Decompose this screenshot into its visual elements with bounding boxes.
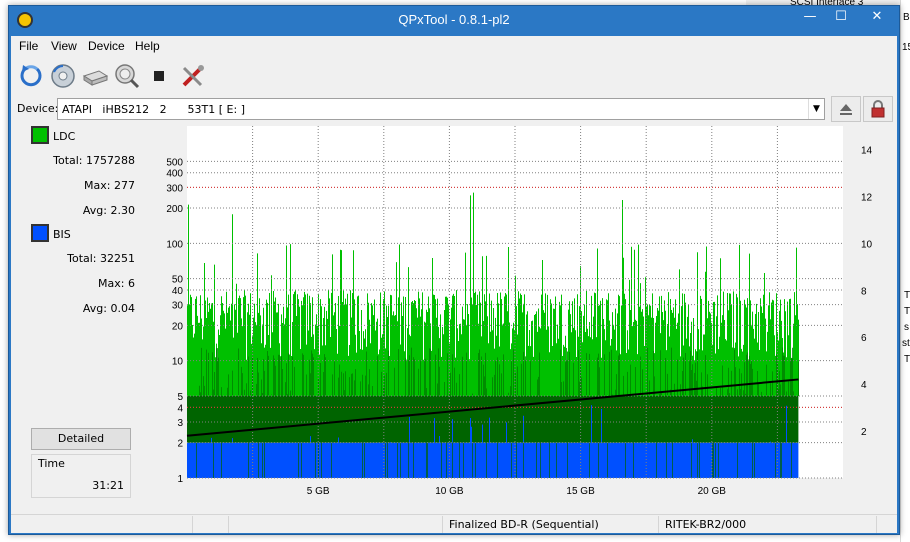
device-value: ATAPI iHBS212 2 53T1 [ E: ]: [62, 103, 245, 116]
device-row: Device: ATAPI iHBS212 2 53T1 [ E: ] ▼: [11, 94, 897, 122]
ldc-color-swatch: [31, 126, 49, 144]
qpxtool-window: QPxTool - 0.8.1-pl2 — ☐ ✕ File View Devi…: [8, 5, 900, 535]
ldc-avg: Avg: 2.30: [82, 204, 135, 217]
y-left-tick-label: 5: [177, 392, 183, 403]
y-left-tick-label: 20: [172, 321, 184, 332]
y-right-tick-label: 8: [861, 286, 867, 297]
bis-total: Total: 32251: [67, 252, 135, 265]
bis-max: Max: 6: [98, 277, 135, 290]
y-right-tick-label: 14: [861, 145, 873, 156]
y-left-tick-label: 40: [172, 286, 184, 297]
ldc-dense-area: [187, 395, 799, 443]
x-tick-label: 5 GB: [307, 486, 330, 497]
close-button[interactable]: ✕: [857, 6, 897, 28]
x-tick-label: 10 GB: [435, 486, 464, 497]
scan-icon[interactable]: [113, 62, 141, 90]
time-value: 31:21: [92, 479, 124, 492]
y-right-tick-label: 4: [861, 380, 867, 391]
y-left-tick-label: 200: [166, 204, 183, 215]
y-left-tick-label: 500: [166, 157, 183, 168]
status-media-id: RITEK-BR2/000: [659, 516, 877, 533]
title-bar[interactable]: QPxTool - 0.8.1-pl2 — ☐ ✕: [9, 6, 899, 34]
refresh-icon[interactable]: [17, 62, 45, 90]
y-left-tick-label: 1: [177, 474, 183, 485]
menu-device[interactable]: Device: [88, 39, 125, 53]
y-left-tick-label: 300: [166, 183, 183, 194]
toolbar: [11, 58, 897, 92]
eject-button[interactable]: [831, 96, 861, 122]
bis-avg: Avg: 0.04: [82, 302, 135, 315]
status-bar: Finalized BD-R (Sequential) RITEK-BR2/00…: [11, 514, 897, 533]
y-right-tick-label: 6: [861, 333, 867, 344]
time-box: Time 31:21: [31, 454, 131, 498]
time-label: Time: [38, 457, 65, 470]
drive-icon[interactable]: [81, 62, 109, 90]
background-text: B: [903, 12, 910, 23]
bis-label: BIS: [53, 228, 71, 241]
lock-button[interactable]: [863, 96, 893, 122]
background-text: s: [904, 322, 909, 333]
device-label: Device:: [17, 102, 59, 115]
settings-tools-icon[interactable]: [179, 62, 207, 90]
y-right-tick-label: 2: [861, 427, 867, 438]
chart-area: 1 2 3 4 5 10 20 30 40 50 100 200 300 400 500 2 4 6 8 10 12 14…: [139, 124, 893, 516]
ldc-label: LDC: [53, 130, 76, 143]
y-left-tick-label: 30: [172, 301, 184, 312]
y-left-tick-label: 2: [177, 439, 183, 450]
status-cell: [193, 516, 229, 533]
minimize-button[interactable]: —: [793, 6, 827, 28]
y-left-tick-label: 4: [177, 403, 183, 414]
background-text: T: [904, 354, 910, 365]
bis-area: [187, 442, 799, 478]
menu-bar: File View Device Help: [11, 36, 897, 56]
client-area: File View Device Help Device: ATAPI iHBS…: [11, 36, 897, 533]
bis-color-swatch: [31, 224, 49, 242]
y-right-tick-label: 10: [861, 239, 873, 250]
ldc-max: Max: 277: [84, 179, 135, 192]
status-cell: [11, 516, 193, 533]
y-left-tick-label: 50: [172, 275, 184, 286]
window-title: QPxTool - 0.8.1-pl2: [398, 12, 510, 27]
y-right-tick-label: 12: [861, 192, 873, 203]
background-text: T: [904, 290, 910, 301]
status-disc-type: Finalized BD-R (Sequential): [443, 516, 659, 533]
menu-file[interactable]: File: [19, 39, 38, 53]
y-left-tick-label: 100: [166, 239, 183, 250]
status-cell: [229, 516, 443, 533]
maximize-button[interactable]: ☐: [824, 6, 858, 28]
ldc-total: Total: 1757288: [53, 154, 135, 167]
x-tick-label: 20 GB: [698, 486, 727, 497]
background-text: T: [904, 306, 910, 317]
menu-view[interactable]: View: [51, 39, 77, 53]
status-cell: [877, 516, 897, 533]
y-left-tick-label: 400: [166, 169, 183, 180]
background-text: 15: [902, 42, 910, 53]
x-tick-label: 15 GB: [566, 486, 595, 497]
ldc-bis-chart: 1234510203040501002003004005002468101214…: [166, 126, 873, 497]
y-left-tick-label: 10: [172, 357, 184, 368]
y-left-tick-label: 3: [177, 418, 183, 429]
background-window-edge: [900, 0, 910, 542]
device-select[interactable]: ATAPI iHBS212 2 53T1 [ E: ] ▼: [57, 98, 825, 120]
background-text: st: [902, 338, 910, 349]
detailed-button[interactable]: Detailed: [31, 428, 131, 450]
chevron-down-icon[interactable]: ▼: [808, 99, 824, 119]
disc-info-icon[interactable]: [49, 62, 77, 90]
menu-help[interactable]: Help: [135, 39, 160, 53]
stop-icon[interactable]: [145, 62, 173, 90]
